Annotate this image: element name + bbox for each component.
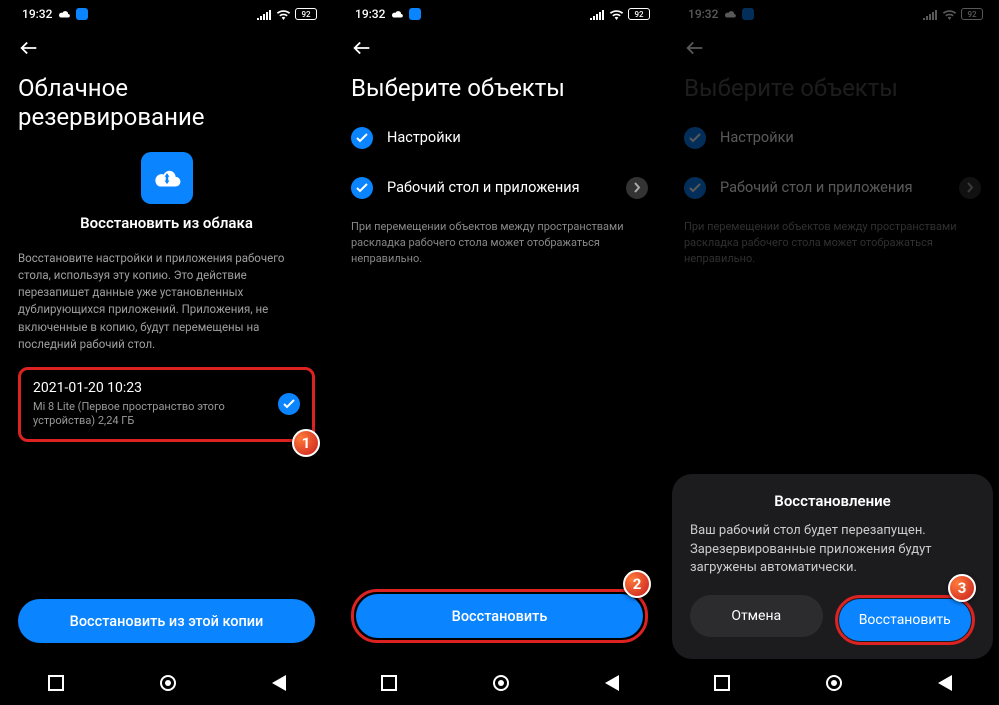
backup-date: 2021-01-20 10:23: [33, 380, 270, 396]
nav-recents[interactable]: [381, 675, 397, 691]
checkbox-checked-icon: [351, 127, 373, 149]
wifi-icon: [609, 9, 624, 20]
backup-entry[interactable]: 2021-01-20 10:23 Mi 8 Lite (Первое прост…: [18, 367, 315, 442]
cloud-icon: [390, 9, 404, 19]
status-bar: 19:32 92: [333, 0, 666, 28]
nav-bar: [0, 661, 333, 705]
nav-back[interactable]: [272, 675, 286, 691]
cloud-icon: [723, 9, 737, 19]
selected-check-icon: [278, 393, 300, 415]
battery-icon: 92: [295, 8, 317, 20]
wifi-icon: [276, 9, 291, 20]
nav-recents[interactable]: [714, 675, 730, 691]
checkbox-checked-icon: [684, 127, 706, 149]
option-settings[interactable]: Настройки: [351, 113, 648, 163]
dialog-cancel-button[interactable]: Отмена: [690, 595, 823, 637]
back-button: [684, 37, 706, 59]
dialog-ok-button[interactable]: Восстановить: [839, 599, 972, 641]
option-label: Настройки: [720, 129, 981, 146]
status-time: 19:32: [688, 7, 718, 21]
status-bar: 19:32 92: [0, 0, 333, 28]
warning-note: При перемещении объектов между пространс…: [351, 219, 648, 267]
back-button[interactable]: [18, 37, 40, 59]
nav-recents[interactable]: [48, 675, 64, 691]
nav-home[interactable]: [159, 674, 177, 692]
cloud-restore-icon: [141, 152, 193, 204]
restore-from-copy-button[interactable]: Восстановить из этой копии: [18, 599, 315, 643]
step-badge-1: 1: [292, 429, 320, 457]
highlight-box: Восстановить 2: [351, 589, 648, 643]
battery-icon: 92: [961, 8, 983, 20]
option-label: Рабочий стол и приложения: [720, 179, 945, 196]
wifi-icon: [942, 9, 957, 20]
status-time: 19:32: [355, 7, 385, 21]
app-badge-icon: [409, 8, 421, 20]
backup-device: Mi 8 Lite (Первое пространство этого уст…: [33, 400, 270, 429]
cloud-icon: [57, 9, 71, 19]
option-label: Рабочий стол и приложения: [387, 179, 612, 196]
option-desktop-apps[interactable]: Рабочий стол и приложения: [351, 163, 648, 213]
checkbox-checked-icon: [684, 177, 706, 199]
restore-description: Восстановите настройки и приложения рабо…: [18, 250, 315, 354]
screen-cloud-backup: 19:32 92 Облачное резервирование Восстан…: [0, 0, 333, 705]
signal-icon: [257, 9, 272, 20]
chevron-right-icon[interactable]: [626, 177, 648, 199]
step-badge-2: 2: [623, 570, 651, 598]
step-badge-3: 3: [948, 574, 976, 602]
nav-back[interactable]: [605, 675, 619, 691]
restore-dialog: Восстановление Ваш рабочий стол будет пе…: [672, 474, 993, 659]
page-title: Выберите объекты: [333, 68, 666, 113]
app-badge-icon: [76, 8, 88, 20]
status-bar: 19:32 92: [666, 0, 999, 28]
battery-icon: 92: [628, 8, 650, 20]
restore-button[interactable]: Восстановить: [356, 594, 643, 638]
highlight-box: Восстановить 3: [835, 595, 976, 645]
screen-confirm-dialog: 19:32 92 Выберите объекты Настройки Рабо…: [666, 0, 999, 705]
screen-select-objects: 19:32 92 Выберите объекты Настройки Рабо…: [333, 0, 666, 705]
option-desktop-apps: Рабочий стол и приложения: [684, 163, 981, 213]
option-settings: Настройки: [684, 113, 981, 163]
page-title: Выберите объекты: [666, 68, 999, 113]
back-button[interactable]: [351, 37, 373, 59]
warning-note: При перемещении объектов между пространс…: [684, 219, 981, 267]
checkbox-checked-icon: [351, 177, 373, 199]
nav-back[interactable]: [938, 675, 952, 691]
nav-home[interactable]: [492, 674, 510, 692]
dialog-title: Восстановление: [690, 492, 975, 510]
status-time: 19:32: [22, 7, 52, 21]
restore-heading: Восстановить из облака: [18, 214, 315, 232]
nav-bar: [666, 661, 999, 705]
nav-home[interactable]: [825, 674, 843, 692]
page-title: Облачное резервирование: [0, 68, 333, 142]
signal-icon: [923, 9, 938, 20]
nav-bar: [333, 661, 666, 705]
option-label: Настройки: [387, 129, 648, 146]
app-badge-icon: [742, 8, 754, 20]
chevron-right-icon: [959, 177, 981, 199]
signal-icon: [590, 9, 605, 20]
dialog-body: Ваш рабочий стол будет перезапущен. Заре…: [690, 522, 975, 577]
